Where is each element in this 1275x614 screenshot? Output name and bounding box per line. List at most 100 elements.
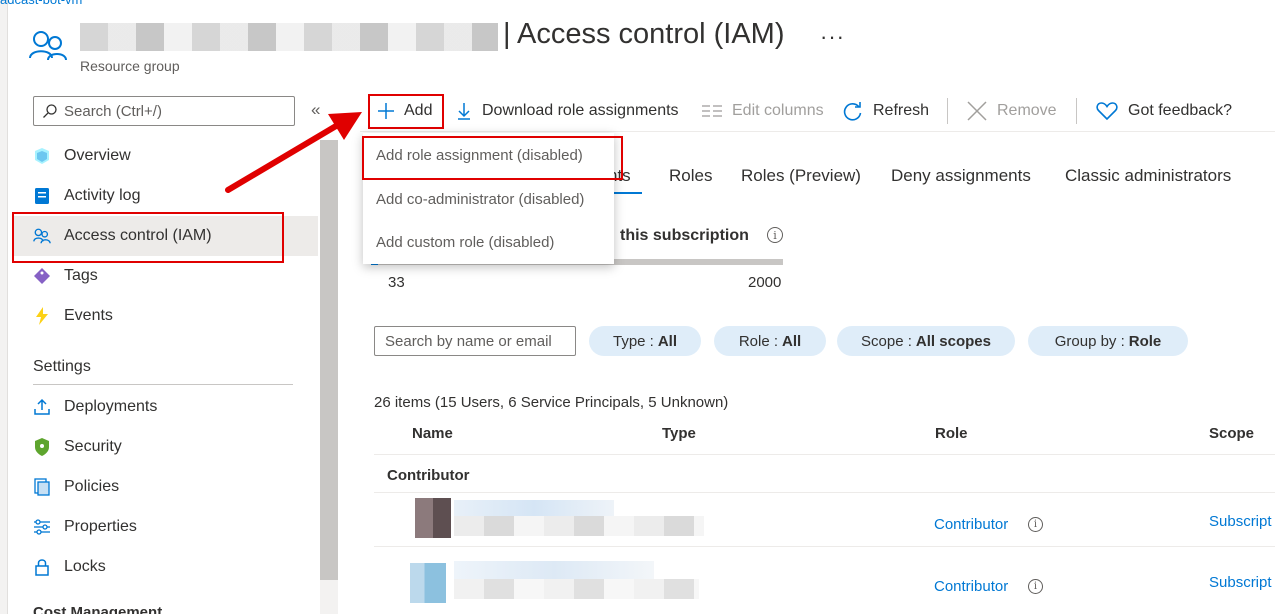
upload-icon [33, 398, 51, 416]
sidebar-section-settings: Settings [33, 358, 91, 375]
sidebar-search-placeholder: Search (Ctrl+/) [64, 102, 162, 120]
remove-label: Remove [997, 102, 1057, 119]
activity-log-icon [33, 187, 51, 205]
filter-role-value: All [782, 332, 802, 350]
tab-roles[interactable]: Roles [669, 166, 712, 186]
download-icon [456, 102, 472, 120]
close-icon [967, 101, 987, 121]
column-header-type[interactable]: Type [662, 425, 696, 442]
more-options-button[interactable]: ··· [820, 24, 845, 50]
remove-button[interactable]: Remove [967, 96, 1057, 126]
redacted-name [454, 561, 654, 581]
sidebar-item-label: Deployments [64, 398, 158, 415]
filter-scope-label: Scope : [861, 332, 912, 350]
scope-link[interactable]: Subscript [1209, 513, 1272, 530]
sidebar-item-events[interactable]: Events [33, 298, 313, 334]
role-link[interactable]: Contributor [934, 516, 1008, 533]
table-row[interactable]: Contributor i Subscript [374, 547, 1275, 614]
sidebar-item-label: Activity log [64, 187, 141, 204]
redacted-resource-name [80, 23, 498, 51]
filter-group-label: Group by : [1054, 332, 1125, 350]
users-icon [28, 28, 70, 64]
sidebar-item-policies[interactable]: Policies [33, 469, 313, 505]
filter-group-value: Role [1128, 332, 1162, 350]
download-role-assignments-button[interactable]: Download role assignments [456, 96, 679, 126]
toolbar-separator [1076, 98, 1077, 124]
properties-icon [33, 518, 51, 536]
limits-current: 33 [388, 274, 405, 291]
info-icon[interactable]: i [1028, 517, 1043, 532]
breadcrumb[interactable]: adcast-bot-vm [0, 0, 82, 7]
group-header-contributor: Contributor [387, 467, 470, 484]
column-header-scope[interactable]: Scope [1209, 425, 1254, 442]
sidebar-item-security[interactable]: Security [33, 429, 313, 465]
toolbar-divider [360, 131, 1275, 132]
columns-icon [702, 104, 722, 118]
page-subtitle: Resource group [80, 58, 180, 74]
sidebar-item-locks[interactable]: Locks [33, 549, 313, 585]
redacted-email [454, 516, 704, 536]
sidebar-item-label: Events [64, 307, 113, 324]
scope-link[interactable]: Subscript [1209, 574, 1272, 591]
feedback-button[interactable]: Got feedback? [1096, 96, 1232, 126]
highlight-box-add-role-assignment [362, 136, 623, 180]
table-row[interactable]: Contributor i Subscript [374, 493, 1275, 546]
filter-role-pill[interactable]: Role : All [714, 326, 826, 356]
shield-icon [33, 438, 51, 456]
filter-role-label: Role : [738, 332, 778, 350]
filter-search-input[interactable]: Search by name or email [374, 326, 576, 356]
refresh-button[interactable]: Refresh [843, 96, 929, 126]
menu-item-add-custom-role[interactable]: Add custom role (disabled) [376, 234, 554, 251]
edit-columns-button[interactable]: Edit columns [702, 96, 824, 126]
tab-deny-assignments[interactable]: Deny assignments [891, 166, 1031, 186]
sidebar-item-label: Locks [64, 558, 106, 575]
page-title: | Access control (IAM) [503, 18, 785, 50]
redacted-email [454, 579, 699, 599]
heart-icon [1096, 101, 1118, 121]
menu-item-add-co-administrator[interactable]: Add co-administrator (disabled) [376, 191, 584, 208]
filter-type-value: All [657, 332, 678, 350]
sidebar-item-label: Policies [64, 478, 120, 495]
limits-max: 2000 [748, 274, 782, 291]
feedback-label: Got feedback? [1128, 102, 1233, 119]
sidebar-item-label: Overview [64, 147, 131, 164]
sidebar-item-label: Tags [64, 267, 98, 284]
sidebar-scrollbar-thumb[interactable] [320, 140, 338, 580]
filter-group-pill[interactable]: Group by : Role [1028, 326, 1188, 356]
toolbar-separator [947, 98, 948, 124]
redacted-avatar [410, 563, 446, 603]
search-icon [42, 103, 58, 119]
column-header-role[interactable]: Role [935, 425, 968, 442]
filter-type-label: Type : [612, 332, 654, 350]
filter-scope-pill[interactable]: Scope : All scopes [837, 326, 1015, 356]
sidebar-section-cost-management: Cost Management [33, 604, 163, 614]
sidebar-item-label: Security [64, 438, 122, 455]
overview-icon [33, 147, 51, 165]
edit-columns-label: Edit columns [732, 102, 824, 119]
lock-icon [33, 558, 51, 576]
sidebar-item-tags[interactable]: Tags [33, 258, 313, 294]
role-link[interactable]: Contributor [934, 578, 1008, 595]
info-icon[interactable]: i [767, 227, 783, 243]
lightning-icon [33, 307, 51, 325]
limits-title: this subscription [620, 227, 749, 244]
tab-classic-administrators[interactable]: Classic administrators [1065, 166, 1231, 186]
refresh-icon [843, 101, 863, 121]
tab-roles-preview[interactable]: Roles (Preview) [741, 166, 861, 186]
download-label: Download role assignments [482, 102, 679, 119]
sidebar-item-properties[interactable]: Properties [33, 509, 313, 545]
annotation-arrow [225, 112, 362, 193]
filter-scope-value: All scopes [915, 332, 991, 350]
info-icon[interactable]: i [1028, 579, 1043, 594]
highlight-box-iam [12, 212, 284, 263]
sidebar-item-deployments[interactable]: Deployments [33, 389, 313, 425]
policy-icon [33, 478, 51, 496]
tag-icon [33, 267, 51, 285]
filter-type-pill[interactable]: Type : All [589, 326, 701, 356]
sidebar-item-label: Properties [64, 518, 137, 535]
page-left-edge [0, 0, 8, 614]
items-count: 26 items (15 Users, 6 Service Principals… [374, 394, 729, 411]
column-header-name[interactable]: Name [412, 425, 453, 442]
table-divider [374, 454, 1275, 455]
highlight-box-add [368, 94, 444, 129]
